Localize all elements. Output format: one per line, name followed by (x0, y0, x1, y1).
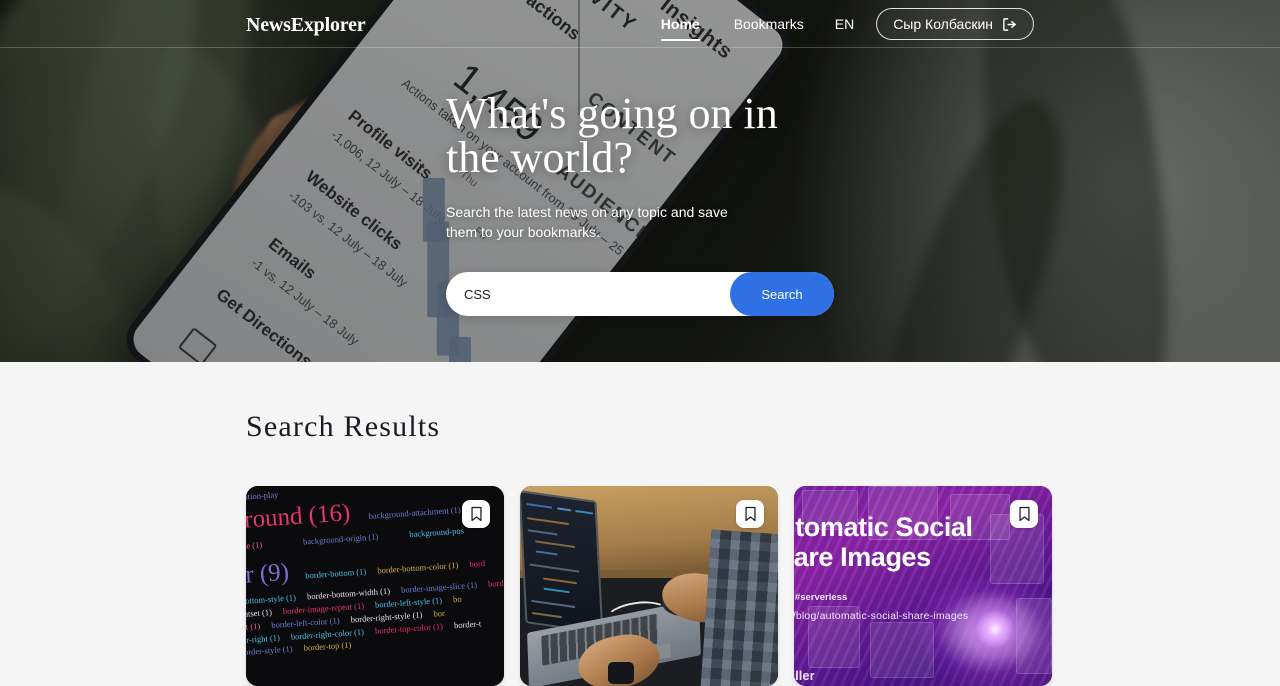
language-switcher[interactable]: EN (821, 0, 868, 48)
nav-item-home-label: Home (660, 16, 700, 32)
card-overlay-url: er.com/blog/automatic-social-share-image… (794, 610, 969, 622)
hero-title: What's going on in the world? (446, 89, 778, 182)
plaid-shirt (700, 529, 778, 686)
card-overlay-tags: #seo, #serverless (794, 592, 848, 603)
results-card-list: animation-play background (16) backgroun… (246, 486, 1052, 686)
wc-word: background-pos (408, 525, 465, 540)
bookmark-icon (1018, 506, 1030, 522)
hero-subtitle: Search the latest news on any topic and … (446, 204, 728, 241)
wc-word: border-bottom-color (1) (376, 559, 459, 576)
machinery-shape (870, 622, 934, 678)
wc-word: bor (433, 607, 446, 619)
site-logo[interactable]: NewsExplorer (246, 14, 366, 37)
wc-word: background-attachment (1) (368, 504, 462, 521)
card-overlay-title: Automatic Social Share Images (794, 512, 973, 573)
wc-word: background-image (1) (246, 539, 263, 555)
bookmark-button[interactable] (736, 500, 764, 528)
result-card[interactable] (520, 486, 778, 686)
wristwatch (608, 662, 634, 684)
logout-button-label: Сыр Колбаскин (893, 16, 993, 32)
wc-word: bo (452, 593, 462, 604)
laptop-screen (520, 489, 604, 635)
search-results-title: Search Results (246, 410, 441, 443)
search-bar: Search (446, 272, 834, 316)
bookmark-button[interactable] (1010, 500, 1038, 528)
nav-item-home[interactable]: Home (644, 0, 717, 48)
wc-word: border-collapse (487, 574, 504, 589)
logout-icon (1003, 17, 1016, 31)
wc-word: border-style (1) (246, 644, 293, 658)
result-card[interactable]: Automatic Social Share Images #seo, #ser… (794, 486, 1052, 686)
wc-heading: border (9) (246, 558, 290, 593)
wc-word: bord (469, 557, 486, 569)
bookmark-icon (470, 506, 482, 522)
bookmark-icon (744, 506, 756, 522)
wc-word: border-bottom (1) (304, 566, 367, 581)
main-navigation: Home Bookmarks EN Сыр Колбаскин (644, 0, 1034, 48)
search-button[interactable]: Search (730, 272, 834, 316)
nav-item-bookmarks-label: Bookmarks (733, 16, 804, 32)
hero-section: Insights ACTIVITY Interactions CONTENT A… (0, 0, 1280, 362)
nav-active-underline (660, 39, 700, 41)
welding-spark (960, 598, 1030, 660)
wc-word: border-t (453, 617, 482, 630)
search-results-section: Search Results animation-play background… (0, 362, 1280, 686)
nav-item-bookmarks[interactable]: Bookmarks (717, 0, 821, 48)
result-card[interactable]: animation-play background (16) backgroun… (246, 486, 504, 686)
hero-content: What's going on in the world? Search the… (446, 92, 1066, 243)
logout-button[interactable]: Сыр Колбаскин (876, 8, 1034, 40)
site-header: NewsExplorer Home Bookmarks EN Сыр Колба… (0, 0, 1280, 48)
card-overlay-footer: anfiller (794, 668, 815, 683)
wc-word: border-top (1) (303, 639, 352, 654)
bookmark-button[interactable] (462, 500, 490, 528)
search-input[interactable] (446, 272, 730, 316)
wc-heading: background (16) (246, 499, 352, 538)
